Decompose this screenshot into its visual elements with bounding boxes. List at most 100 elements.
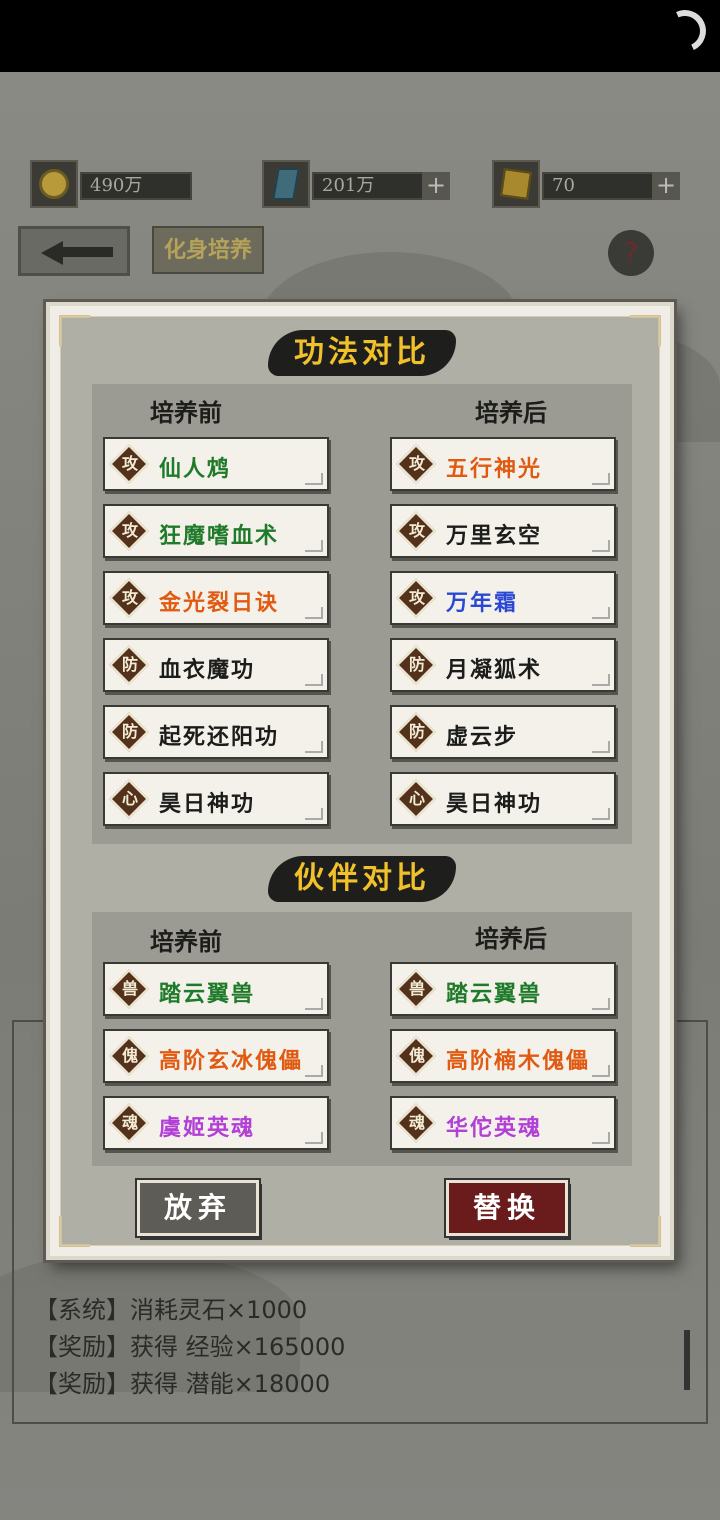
corner-deco-icon <box>592 808 610 820</box>
partner-card-before[interactable]: 兽 踏云翼兽 <box>103 962 329 1016</box>
item-name: 虚云步 <box>446 724 519 750</box>
corner-ornament-icon <box>59 1216 90 1247</box>
page-title: 化身培养 <box>152 226 264 274</box>
corner-deco-icon <box>592 1132 610 1144</box>
corner-deco-icon <box>592 607 610 619</box>
skill-card-before[interactable]: 防 血衣魔功 <box>103 638 329 692</box>
before-header: 培养前 <box>150 398 222 427</box>
partner-card-before[interactable]: 魂 虞姬英魂 <box>103 1096 329 1150</box>
corner-deco-icon <box>305 998 323 1010</box>
resource-coin: 490万 <box>30 160 192 208</box>
item-name: 月凝狐术 <box>446 657 543 683</box>
skill-card-after[interactable]: 攻 五行神光 <box>390 437 616 491</box>
add-gold-button[interactable]: + <box>652 172 680 200</box>
log-line: 【奖励】获得 潜能×18000 <box>34 1370 331 1398</box>
gold-ingot-icon <box>492 160 540 208</box>
loading-spinner-icon <box>658 4 712 58</box>
corner-ornament-icon <box>630 1216 661 1247</box>
coin-icon <box>30 160 78 208</box>
type-badge-label: 心 <box>408 789 425 808</box>
skill-card-before[interactable]: 心 昊日神功 <box>103 772 329 826</box>
partner-card-before[interactable]: 傀 高阶玄冰傀儡 <box>103 1029 329 1083</box>
type-badge-label: 兽 <box>121 979 138 998</box>
type-badge-label: 攻 <box>121 588 138 607</box>
after-header: 培养后 <box>475 398 547 427</box>
item-name: 华佗英魂 <box>446 1115 543 1141</box>
type-badge-label: 攻 <box>408 521 425 540</box>
corner-deco-icon <box>305 1065 323 1077</box>
type-badge-label: 攻 <box>408 588 425 607</box>
abandon-button[interactable]: 放弃 <box>137 1180 259 1236</box>
type-badge-label: 魂 <box>408 1113 425 1132</box>
help-button[interactable]: ? <box>608 230 654 276</box>
replace-button[interactable]: 替换 <box>446 1180 568 1236</box>
corner-deco-icon <box>305 674 323 686</box>
item-name: 虞姬英魂 <box>159 1115 256 1141</box>
type-badge-label: 防 <box>408 655 425 674</box>
skill-card-before[interactable]: 防 起死还阳功 <box>103 705 329 759</box>
item-name: 踏云翼兽 <box>159 981 256 1007</box>
partner-card-after[interactable]: 兽 踏云翼兽 <box>390 962 616 1016</box>
partners-comparison-title: 伙伴对比 <box>268 856 456 902</box>
type-badge-label: 兽 <box>408 979 425 998</box>
skill-card-before[interactable]: 攻 仙人鸩 <box>103 437 329 491</box>
type-badge-label: 攻 <box>408 454 425 473</box>
resource-gold: 70 + <box>492 160 680 208</box>
back-button[interactable] <box>18 226 130 276</box>
type-badge-label: 魂 <box>121 1113 138 1132</box>
item-name: 五行神光 <box>446 456 543 482</box>
crystal-icon <box>262 160 310 208</box>
coin-amount: 490万 <box>80 172 192 200</box>
type-badge-label: 攻 <box>121 454 138 473</box>
item-name: 高阶楠木傀儡 <box>446 1048 591 1074</box>
partner-card-after[interactable]: 傀 高阶楠木傀儡 <box>390 1029 616 1083</box>
resource-crystal: 201万 + <box>262 160 450 208</box>
type-badge-label: 防 <box>121 722 138 741</box>
partner-card-after[interactable]: 魂 华佗英魂 <box>390 1096 616 1150</box>
skill-card-after[interactable]: 攻 万里玄空 <box>390 504 616 558</box>
item-name: 昊日神功 <box>446 791 543 817</box>
corner-deco-icon <box>592 674 610 686</box>
corner-deco-icon <box>592 998 610 1010</box>
type-badge-label: 防 <box>408 722 425 741</box>
corner-deco-icon <box>305 808 323 820</box>
type-badge-label: 傀 <box>121 1046 138 1065</box>
skill-card-after[interactable]: 防 月凝狐术 <box>390 638 616 692</box>
skill-card-after[interactable]: 攻 万年霜 <box>390 571 616 625</box>
log-line: 【奖励】获得 经验×165000 <box>34 1333 346 1361</box>
skill-card-before[interactable]: 攻 金光裂日诀 <box>103 571 329 625</box>
item-name: 万年霜 <box>446 590 519 616</box>
item-name: 万里玄空 <box>446 523 543 549</box>
log-line: 【系统】消耗灵石×1000 <box>34 1296 308 1324</box>
type-badge-label: 傀 <box>408 1046 425 1065</box>
status-bar <box>0 0 720 72</box>
type-badge-label: 心 <box>121 789 138 808</box>
item-name: 起死还阳功 <box>159 724 280 750</box>
corner-ornament-icon <box>59 315 90 346</box>
crystal-amount: 201万 <box>312 172 424 200</box>
corner-deco-icon <box>305 1132 323 1144</box>
corner-ornament-icon <box>630 315 661 346</box>
item-name: 狂魔嗜血术 <box>159 523 280 549</box>
item-name: 金光裂日诀 <box>159 590 280 616</box>
skill-card-after[interactable]: 防 虚云步 <box>390 705 616 759</box>
skills-comparison-title: 功法对比 <box>268 330 456 376</box>
corner-deco-icon <box>305 741 323 753</box>
log-scrollbar[interactable] <box>684 1330 690 1390</box>
item-name: 高阶玄冰傀儡 <box>159 1048 304 1074</box>
skill-card-after[interactable]: 心 昊日神功 <box>390 772 616 826</box>
item-name: 仙人鸩 <box>159 456 232 482</box>
item-name: 踏云翼兽 <box>446 981 543 1007</box>
type-badge-label: 防 <box>121 655 138 674</box>
item-name: 血衣魔功 <box>159 657 256 683</box>
skill-card-before[interactable]: 攻 狂魔嗜血术 <box>103 504 329 558</box>
corner-deco-icon <box>592 540 610 552</box>
corner-deco-icon <box>305 607 323 619</box>
add-crystal-button[interactable]: + <box>422 172 450 200</box>
after-header: 培养后 <box>475 924 547 953</box>
corner-deco-icon <box>592 1065 610 1077</box>
item-name: 昊日神功 <box>159 791 256 817</box>
corner-deco-icon <box>305 540 323 552</box>
type-badge-label: 攻 <box>121 521 138 540</box>
corner-deco-icon <box>592 473 610 485</box>
